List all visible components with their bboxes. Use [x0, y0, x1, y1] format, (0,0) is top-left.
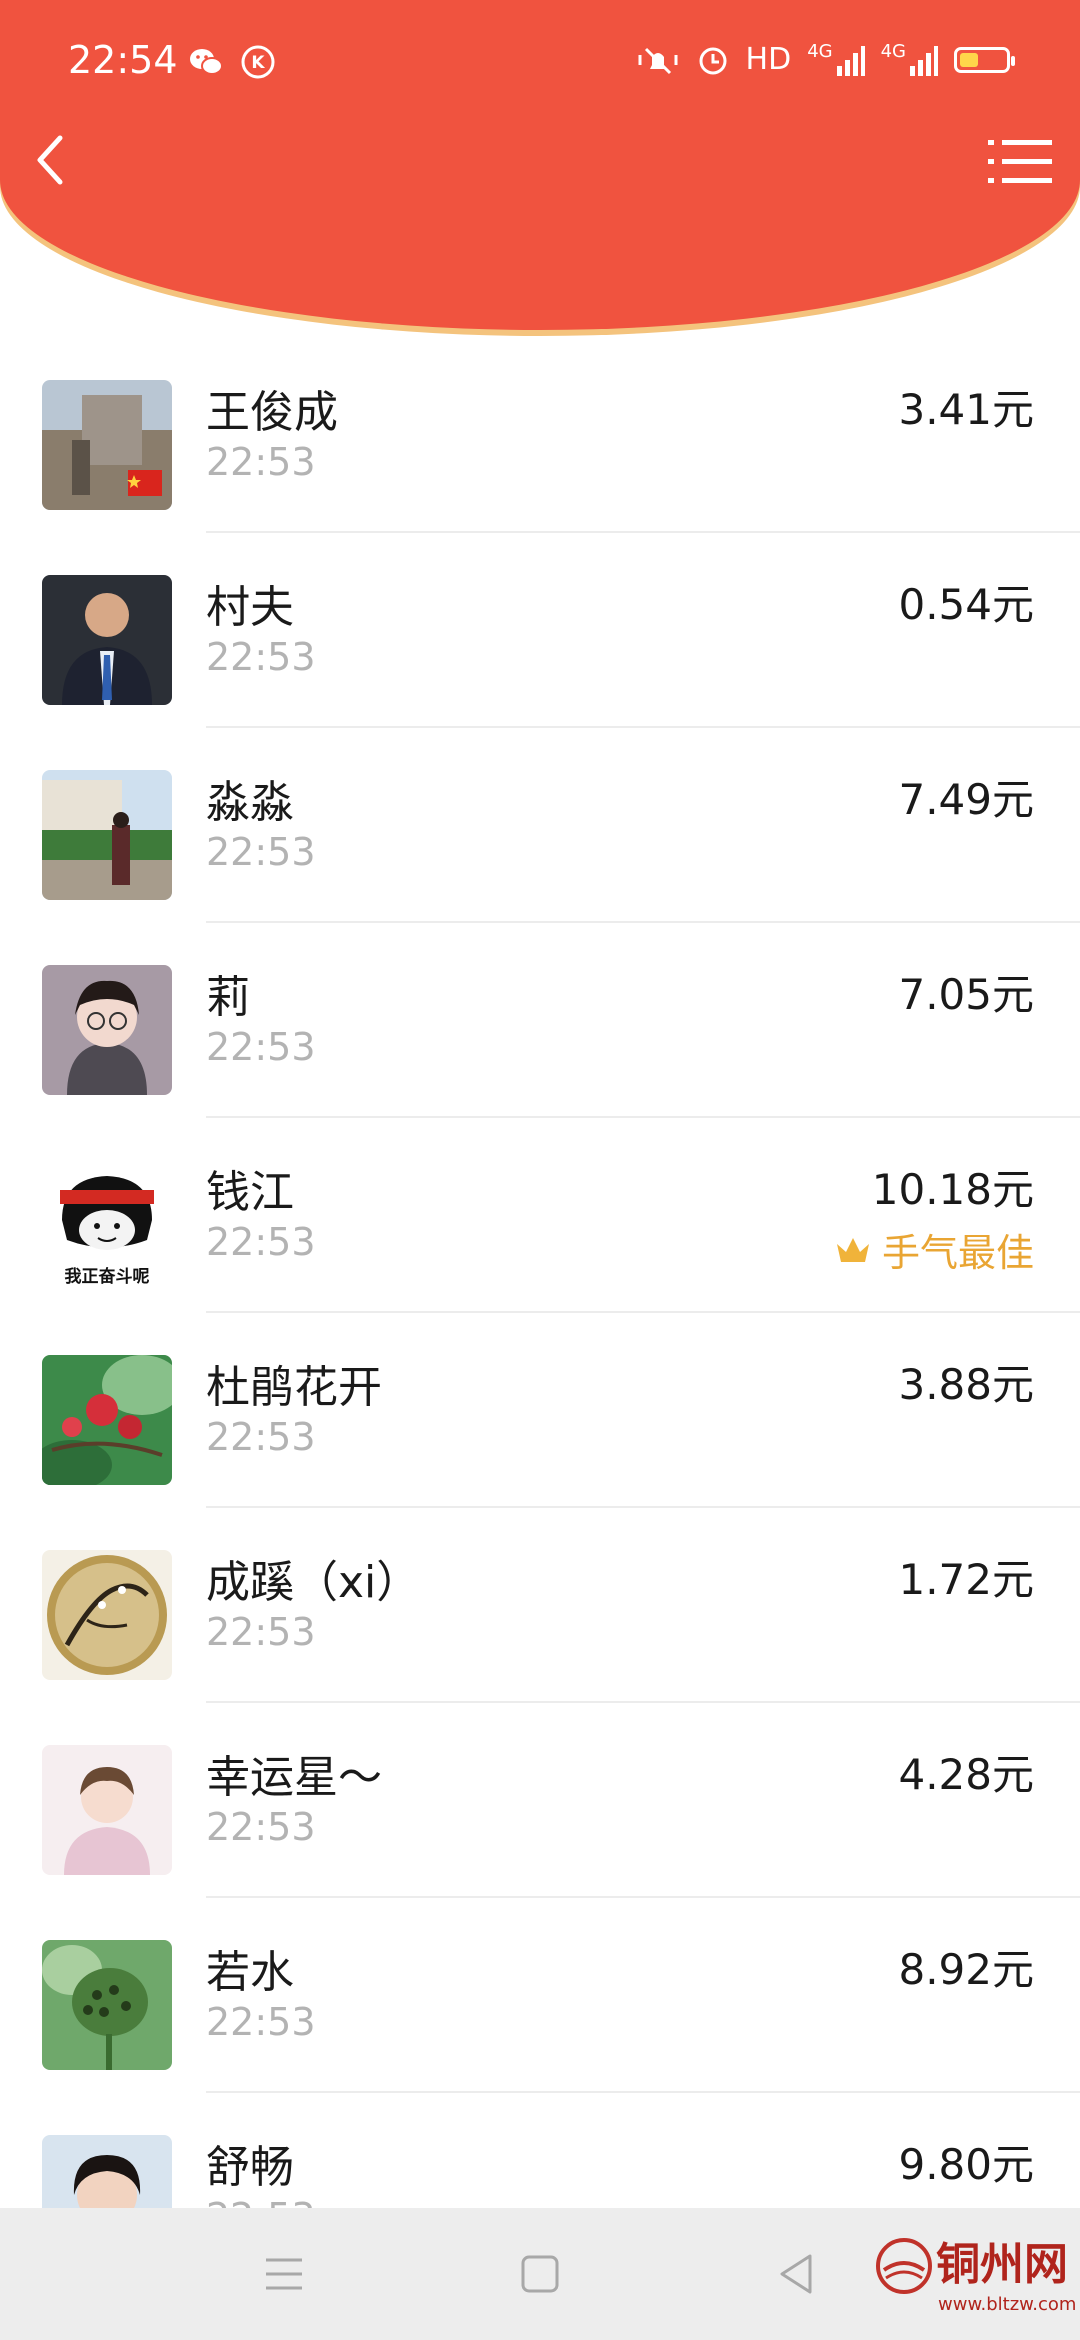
member-name: 若水 [206, 1947, 294, 1998]
avatar[interactable] [42, 965, 172, 1095]
avatar[interactable] [42, 380, 172, 510]
home-nav-icon[interactable] [518, 2252, 562, 2296]
member-name: 钱江 [206, 1167, 294, 1218]
member-name: 舒畅 [206, 2142, 294, 2193]
amount: 7.49元 [898, 775, 1034, 824]
svg-text:K: K [251, 53, 265, 73]
list-item[interactable]: 王俊成 22:53 3.41元 [0, 338, 1080, 533]
signal-icon-2 [910, 45, 938, 76]
avatar[interactable] [42, 1940, 172, 2070]
amount: 0.54元 [898, 580, 1034, 629]
watermark-title: 铜州网 [936, 2239, 1068, 2290]
amount: 10.18元 [871, 1165, 1034, 1214]
list-item[interactable]: 村夫 22:53 0.54元 [0, 533, 1080, 728]
member-name: 幸运星～ [206, 1752, 382, 1803]
receive-time: 22:53 [206, 1610, 316, 1654]
amount: 8.92元 [898, 1945, 1034, 1994]
list-item[interactable]: 幸运星～ 22:53 4.28元 [0, 1703, 1080, 1898]
member-name: 莉 [206, 972, 250, 1023]
network-label-2: 4G [880, 41, 906, 62]
list-item[interactable]: 若水 22:53 8.92元 [0, 1898, 1080, 2093]
status-time: 22:54 [68, 38, 178, 82]
alarm-icon [699, 47, 727, 74]
signal-icon [836, 45, 865, 76]
watermark-logo-icon [876, 2238, 932, 2294]
receive-time: 22:53 [206, 635, 316, 679]
list-item[interactable]: 我正奋斗呢 钱江 22:53 10.18元 手气最佳 [0, 1118, 1080, 1313]
menu-nav-icon[interactable] [262, 2252, 306, 2296]
receive-time: 22:53 [206, 1220, 316, 1264]
list-item[interactable]: 莉 22:53 7.05元 [0, 923, 1080, 1118]
back-chevron-icon[interactable] [22, 130, 82, 190]
avatar[interactable] [42, 1355, 172, 1485]
avatar[interactable] [42, 1550, 172, 1680]
wechat-icon [190, 49, 223, 75]
site-watermark: 铜州网 www.bltzw.com [874, 2210, 1077, 2338]
avatar[interactable] [42, 1745, 172, 1875]
member-name: 杜鹃花开 [206, 1362, 382, 1413]
list-item[interactable]: 淼淼 22:53 7.49元 [0, 728, 1080, 923]
receive-time: 22:53 [206, 440, 316, 484]
member-name: 村夫 [206, 582, 294, 633]
amount: 3.88元 [898, 1360, 1034, 1409]
status-bar: 22:54 K HD 4G 4G [0, 0, 1080, 130]
member-name: 成蹊（xi） [206, 1557, 421, 1608]
red-envelope-header: 22:54 K HD 4G 4G [0, 0, 1080, 330]
avatar[interactable]: 我正奋斗呢 [42, 1160, 172, 1290]
best-luck-label: 手气最佳 [881, 1231, 1034, 1275]
list-item[interactable]: 杜鹃花开 22:53 3.88元 [0, 1313, 1080, 1508]
vibrate-mute-icon [638, 47, 678, 74]
amount: 9.80元 [898, 2140, 1034, 2189]
member-name: 淼淼 [206, 777, 294, 828]
amount: 3.41元 [898, 385, 1034, 434]
watermark-url: www.bltzw.com [938, 2294, 1077, 2315]
receive-time: 22:53 [206, 1805, 316, 1849]
back-nav-icon[interactable] [774, 2252, 818, 2296]
receive-time: 22:53 [206, 830, 316, 874]
avatar-caption: 我正奋斗呢 [65, 1266, 150, 1287]
member-name: 王俊成 [206, 387, 338, 438]
crown-icon [836, 1237, 869, 1262]
network-label-1: 4G [807, 41, 833, 62]
amount: 4.28元 [898, 1750, 1034, 1799]
amount: 7.05元 [898, 970, 1034, 1019]
avatar[interactable] [42, 575, 172, 705]
status-icons: HD 4G 4G [636, 41, 1015, 77]
amount: 1.72元 [898, 1555, 1034, 1604]
receive-time: 22:53 [206, 1415, 316, 1459]
receipt-list: 王俊成 22:53 3.41元 村夫 22:53 0.54元 淼淼 22:53 … [0, 338, 1080, 2288]
receive-time: 22:53 [206, 2000, 316, 2044]
list-item[interactable]: 成蹊（xi） 22:53 1.72元 [0, 1508, 1080, 1703]
list-menu-icon[interactable] [988, 136, 1052, 188]
k-app-icon: K [241, 45, 275, 79]
hd-label: HD [745, 42, 792, 77]
best-luck-badge: 手气最佳 [834, 1222, 1034, 1277]
receive-time: 22:53 [206, 1025, 316, 1069]
battery-icon [954, 46, 1015, 73]
avatar[interactable] [42, 770, 172, 900]
